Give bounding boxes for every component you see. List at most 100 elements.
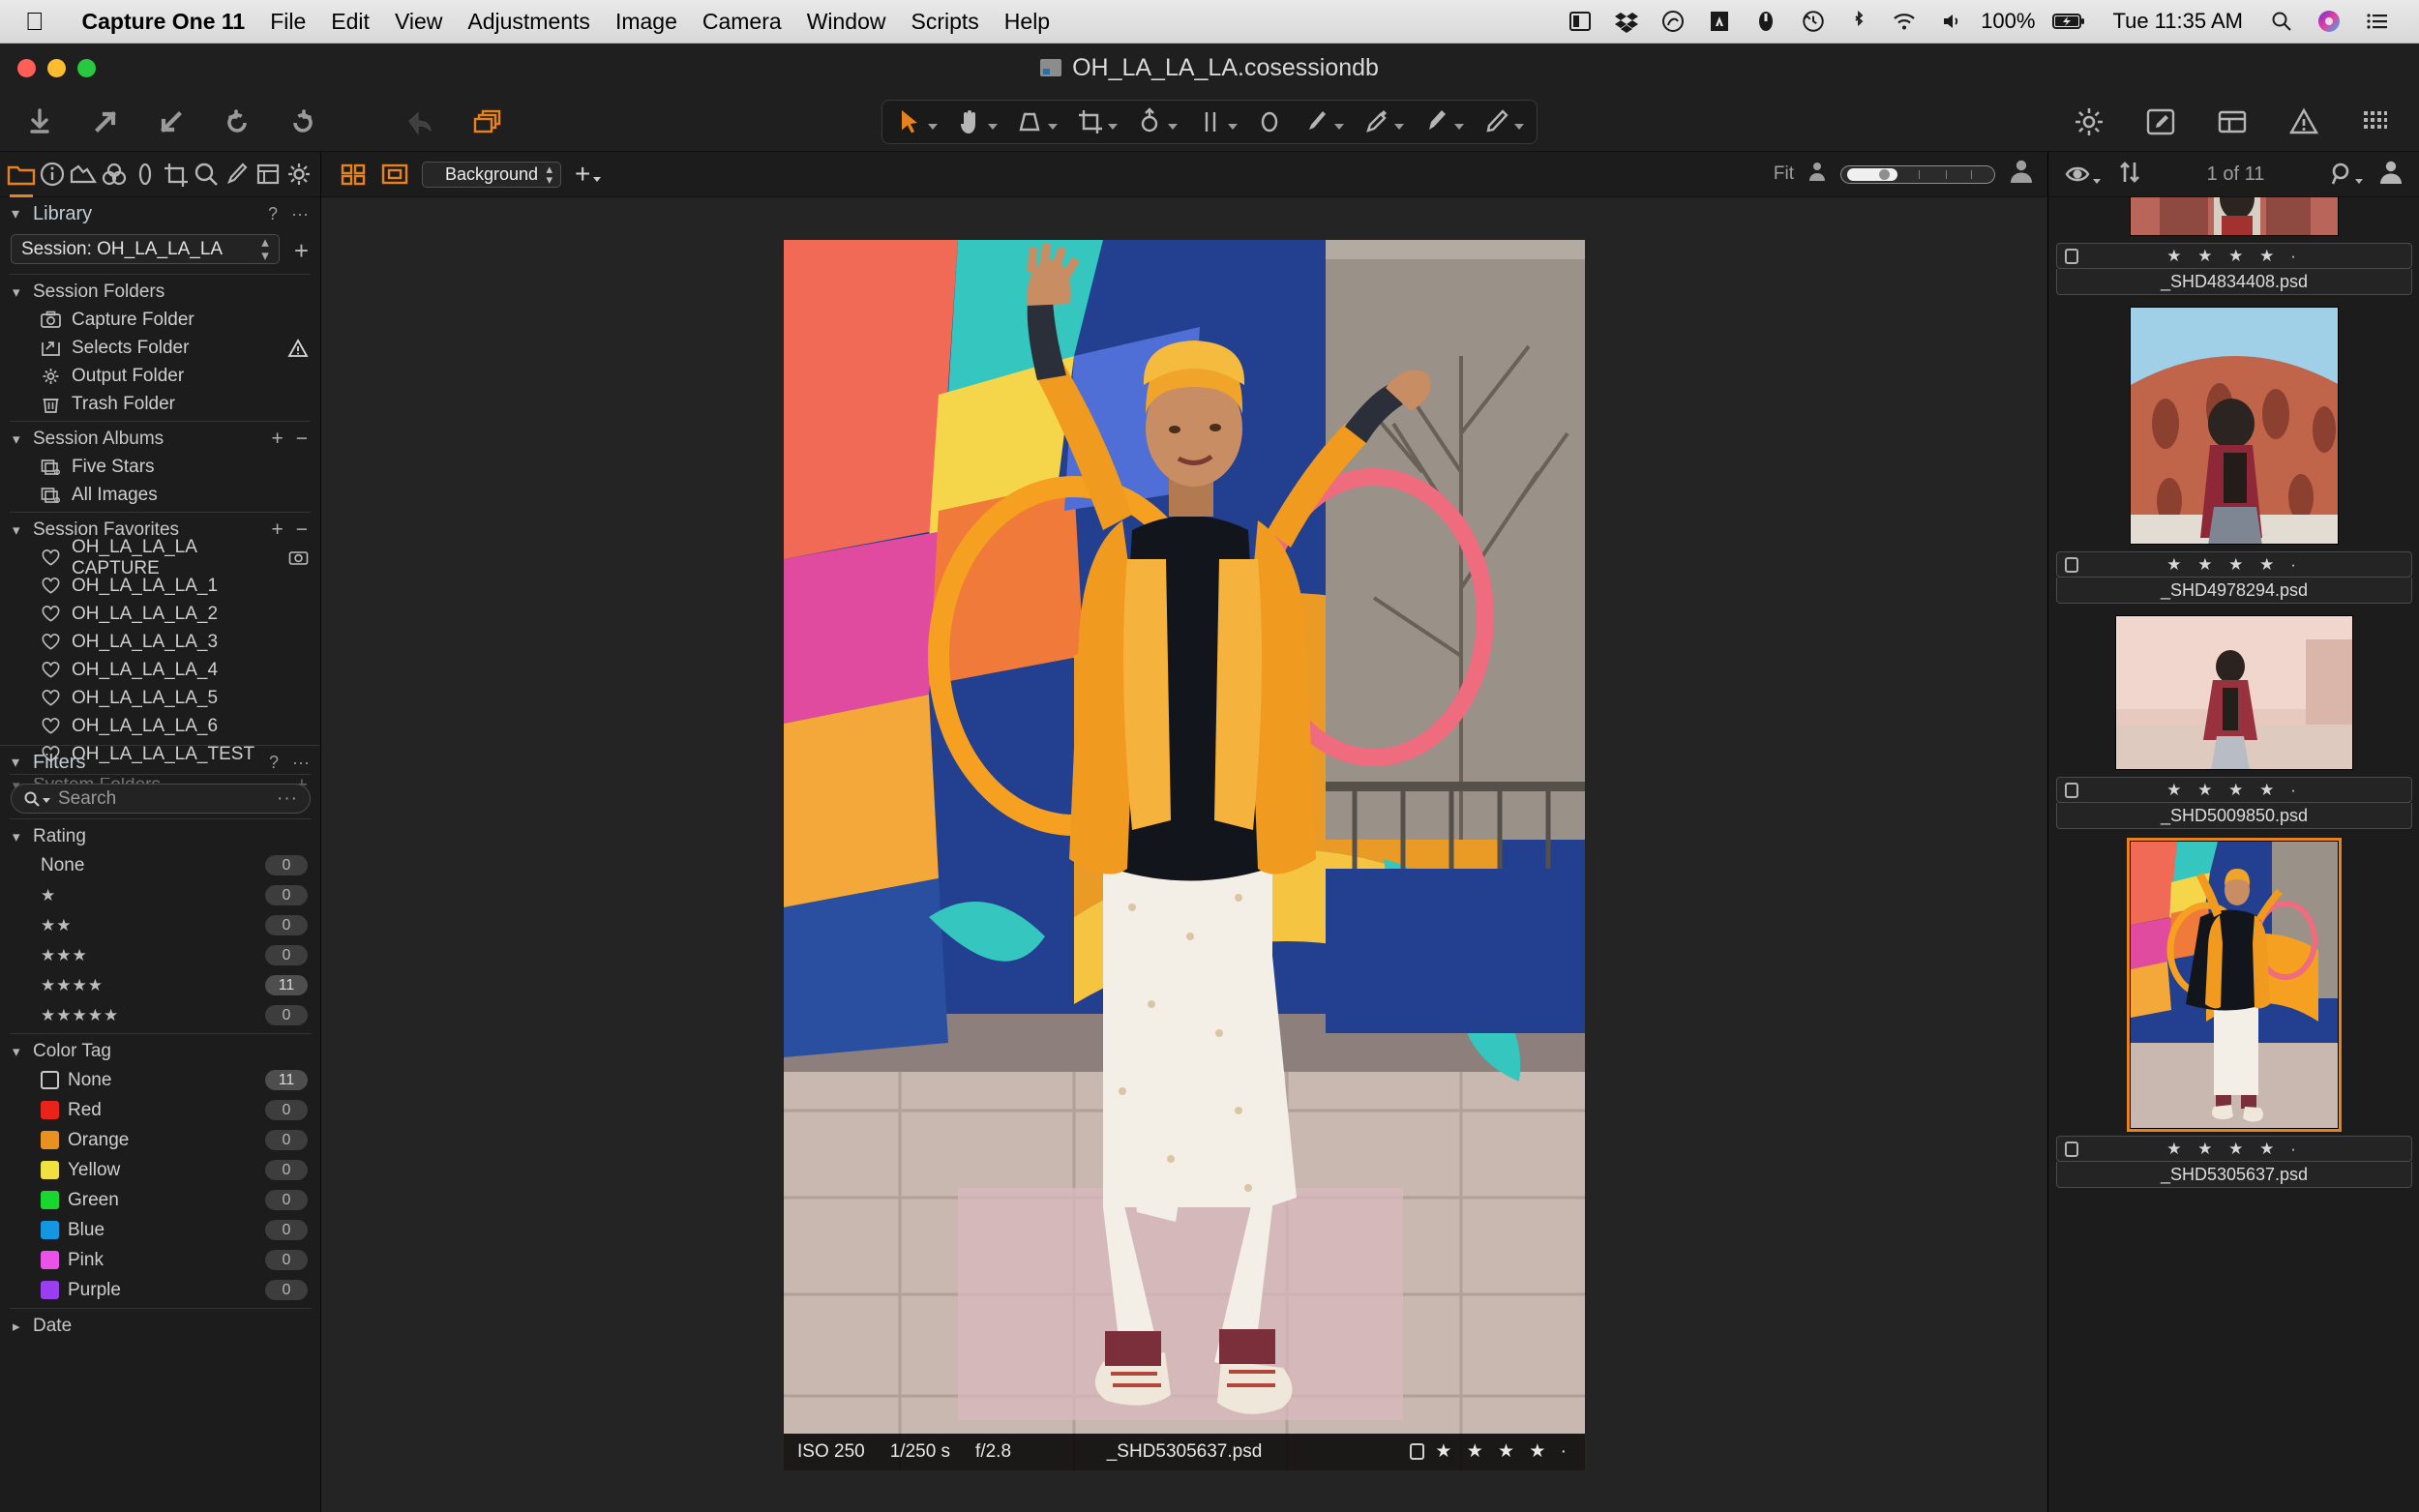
group-date-filter[interactable]: ▸ Date bbox=[0, 1312, 320, 1340]
filter-rating-4[interactable]: ★★★★ 11 bbox=[0, 970, 320, 1000]
chevron-down-icon[interactable]: ▾ bbox=[12, 204, 25, 223]
thumbnail-image[interactable] bbox=[2127, 838, 2342, 1132]
edit-with-icon[interactable] bbox=[2138, 101, 2183, 143]
chevron-down-icon[interactable] bbox=[1228, 123, 1238, 130]
filter-color-orange[interactable]: Orange 0 bbox=[0, 1125, 320, 1155]
siri-icon[interactable] bbox=[2305, 9, 2353, 34]
filters-help-button[interactable]: ? bbox=[269, 753, 279, 773]
menu-item-window[interactable]: Window bbox=[794, 9, 899, 35]
minimize-window-button[interactable] bbox=[47, 59, 66, 77]
output-tab[interactable] bbox=[284, 152, 314, 197]
sidebar-item-favorite-capture[interactable]: OH_LA_LA_LA CAPTURE bbox=[0, 537, 320, 578]
sidebar-item-capture-folder[interactable]: Capture Folder bbox=[0, 306, 320, 334]
warning-icon[interactable] bbox=[2282, 101, 2326, 143]
filter-color-none[interactable]: None 11 bbox=[0, 1065, 320, 1095]
details-tab[interactable] bbox=[161, 152, 192, 197]
star-rating[interactable]: ★ ★ ★ ★ · bbox=[2166, 555, 2302, 575]
guides-icon[interactable] bbox=[1186, 104, 1246, 140]
volume-icon[interactable] bbox=[1928, 10, 1975, 33]
sidebar-item-output-folder[interactable]: Output Folder bbox=[0, 362, 320, 390]
filter-rating-2[interactable]: ★★ 0 bbox=[0, 910, 320, 940]
add-session-button[interactable]: + bbox=[290, 236, 320, 266]
menu-item-file[interactable]: File bbox=[257, 9, 318, 35]
color-tab[interactable] bbox=[99, 152, 130, 197]
sidebar-item-all-images[interactable]: All Images bbox=[0, 481, 320, 509]
group-session-albums[interactable]: ▾ Session Albums + − bbox=[0, 425, 320, 453]
filter-color-green[interactable]: Green 0 bbox=[0, 1185, 320, 1215]
zoom-level-label[interactable]: Fit bbox=[1774, 163, 1794, 185]
remove-favorite-button[interactable]: − bbox=[296, 519, 308, 542]
battery-charging-icon[interactable] bbox=[2041, 10, 2097, 33]
filter-rating-none[interactable]: None 0 bbox=[0, 850, 320, 880]
color-tag-checkbox[interactable] bbox=[2065, 248, 2078, 264]
thumbnail-rating-row[interactable]: ★ ★ ★ ★ · bbox=[2056, 1136, 2412, 1162]
thumbnail-image[interactable] bbox=[2130, 307, 2339, 545]
add-album-button[interactable]: + bbox=[271, 428, 283, 451]
keystone-icon[interactable] bbox=[1006, 104, 1066, 140]
sidebar-item-favorite-3[interactable]: OH_LA_LA_LA_3 bbox=[0, 628, 320, 656]
search-magnifier-icon[interactable] bbox=[23, 790, 50, 808]
chevron-down-icon[interactable] bbox=[1334, 123, 1344, 130]
warning-triangle-icon[interactable] bbox=[287, 338, 320, 358]
filter-rating-1[interactable]: ★ 0 bbox=[0, 880, 320, 910]
add-layer-button[interactable]: + bbox=[575, 159, 602, 190]
menu-bar-clock[interactable]: Tue 11:35 AM bbox=[2097, 9, 2258, 34]
filters-action-menu[interactable]: ··· bbox=[292, 753, 310, 773]
grid-view-icon[interactable] bbox=[2353, 101, 2398, 143]
metadata-tab[interactable] bbox=[222, 152, 253, 197]
thumbnail-image[interactable] bbox=[2115, 615, 2353, 770]
close-window-button[interactable] bbox=[17, 59, 36, 77]
chevron-down-icon[interactable]: ▾ bbox=[13, 828, 24, 845]
thumbnail-cell[interactable]: ★ ★ ★ ★ · _SHD4834408.psd bbox=[2048, 197, 2419, 303]
chevron-down-icon[interactable]: ▾ bbox=[13, 1043, 24, 1060]
sidebar-item-favorite-4[interactable]: OH_LA_LA_LA_4 bbox=[0, 656, 320, 684]
image-star-rating[interactable]: ★ ★ ★ ★ · bbox=[1435, 1440, 1571, 1463]
filter-rating-5[interactable]: ★★★★★ 0 bbox=[0, 1000, 320, 1030]
thumbnail-cell[interactable]: ★ ★ ★ ★ · _SHD5009850.psd bbox=[2048, 611, 2419, 837]
chevron-down-icon[interactable]: ▾ bbox=[13, 521, 24, 539]
filter-color-purple[interactable]: Purple 0 bbox=[0, 1275, 320, 1305]
copy-apply-adjustments-icon[interactable] bbox=[466, 101, 511, 143]
chevron-down-icon[interactable] bbox=[1454, 123, 1464, 130]
sidebar-item-five-stars[interactable]: Five Stars bbox=[0, 453, 320, 481]
filter-rating-3[interactable]: ★★★ 0 bbox=[0, 940, 320, 970]
exposure-tab[interactable] bbox=[130, 152, 161, 197]
sort-arrows-icon[interactable] bbox=[2118, 160, 2141, 190]
zoom-slider[interactable] bbox=[1840, 164, 1995, 184]
apple-icon[interactable]:  bbox=[25, 9, 45, 34]
star-rating[interactable]: ★ ★ ★ ★ · bbox=[2166, 781, 2302, 800]
filter-color-pink[interactable]: Pink 0 bbox=[0, 1245, 320, 1275]
notification-center-icon[interactable] bbox=[2353, 10, 2402, 33]
menu-item-view[interactable]: View bbox=[382, 9, 455, 35]
time-machine-icon[interactable] bbox=[1789, 9, 1837, 34]
crop-icon[interactable] bbox=[1066, 104, 1126, 140]
filter-color-yellow[interactable]: Yellow 0 bbox=[0, 1155, 320, 1185]
thumbnail-rating-row[interactable]: ★ ★ ★ ★ · bbox=[2056, 243, 2412, 269]
star-rating[interactable]: ★ ★ ★ ★ · bbox=[2166, 247, 2302, 266]
library-action-menu[interactable]: ··· bbox=[291, 204, 309, 224]
menu-item-camera[interactable]: Camera bbox=[690, 9, 794, 35]
sidebar-item-favorite-6[interactable]: OH_LA_LA_LA_6 bbox=[0, 712, 320, 740]
thumbnail-image[interactable] bbox=[2130, 197, 2339, 236]
menu-item-capture-one[interactable]: Capture One 11 bbox=[70, 9, 258, 35]
batch-icon[interactable] bbox=[2210, 101, 2255, 143]
import-arrow-icon[interactable] bbox=[149, 101, 194, 143]
zoom-slider-knob[interactable] bbox=[1847, 167, 1897, 181]
color-tag-checkbox[interactable] bbox=[2065, 1141, 2078, 1157]
group-session-folders[interactable]: ▾ Session Folders bbox=[0, 278, 320, 306]
eye-visibility-icon[interactable] bbox=[2064, 162, 2101, 187]
undo-icon[interactable] bbox=[401, 101, 445, 143]
dropbox-icon[interactable] bbox=[1603, 10, 1650, 33]
color-picker-icon[interactable] bbox=[1353, 104, 1413, 140]
chevron-down-icon[interactable]: ▾ bbox=[13, 283, 24, 301]
menu-item-scripts[interactable]: Scripts bbox=[899, 9, 992, 35]
chevron-down-icon[interactable]: ▾ bbox=[13, 430, 24, 448]
draw-mask-brush-icon[interactable] bbox=[1293, 104, 1353, 140]
grid-view-icon[interactable] bbox=[339, 163, 367, 187]
star-rating[interactable]: ★ ★ ★ ★ · bbox=[2166, 1140, 2302, 1159]
menu-item-help[interactable]: Help bbox=[992, 9, 1062, 35]
preferences-gear-icon[interactable] bbox=[2067, 101, 2111, 143]
chevron-updown-icon[interactable]: ▴ ▾ bbox=[261, 235, 269, 263]
menu-item-adjustments[interactable]: Adjustments bbox=[455, 9, 603, 35]
capture-tab[interactable] bbox=[37, 152, 68, 197]
